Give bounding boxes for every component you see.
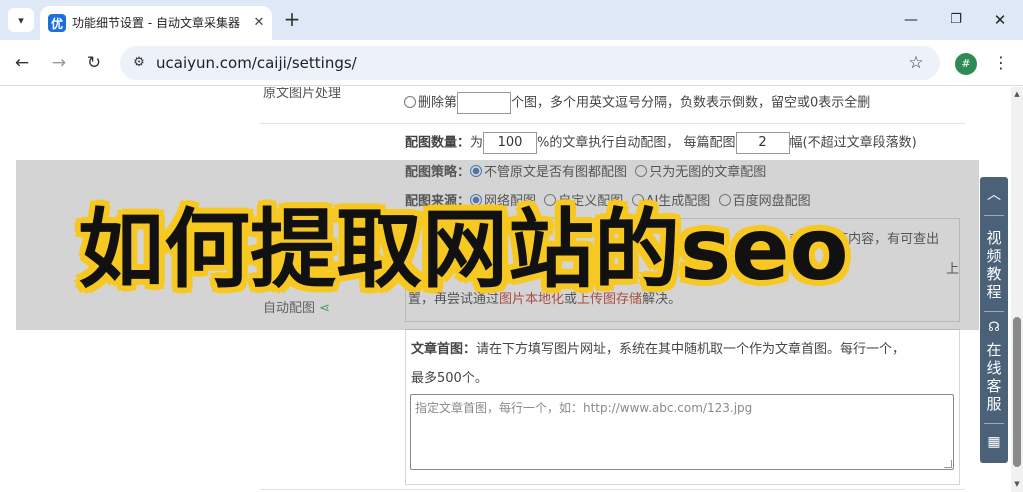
panel-divider (984, 311, 1004, 312)
browser-menu-icon[interactable]: ⋮ (991, 51, 1011, 75)
video-tutorial-button[interactable]: 视 频 教 程 (980, 229, 1008, 301)
image-per-article-input[interactable]: 2 (735, 132, 790, 154)
image-count-middle: %的文章执行自动配图， 每篇配图 (537, 135, 736, 151)
service-char: 服 (986, 395, 1002, 413)
tab-close-icon[interactable]: ✕ (250, 14, 268, 32)
delete-prefix-text: 删除第 (418, 95, 458, 111)
first-image-label: 文章首图： (411, 342, 477, 357)
url-text[interactable]: ucaiyun.com/caiji/settings/ (156, 53, 357, 73)
floating-help-panel: ︿ 视 频 教 程 ☊ 在 线 客 服 ▦ (980, 177, 1008, 463)
forward-arrow-icon[interactable]: → (47, 51, 71, 75)
panel-divider (984, 215, 1004, 216)
page-scrollbar[interactable]: ▲ ▼ (1011, 87, 1023, 492)
profile-avatar[interactable]: # (955, 53, 977, 75)
image-count-prefix: 为 (470, 135, 484, 151)
first-image-desc-line2: 最多500个。 (411, 371, 488, 386)
tab-search-chevron-down-icon[interactable]: ▾ (8, 8, 34, 32)
delete-suffix-text: 个图，多个用英文逗号分隔，负数表示倒数，留空或0表示全删 (511, 95, 871, 111)
percent-input[interactable]: 100 (483, 132, 538, 154)
video-char: 程 (986, 283, 1002, 301)
image-count-label: 配图数量： (405, 135, 471, 151)
headset-icon: ☊ (988, 320, 1000, 335)
video-char: 频 (986, 247, 1002, 265)
browser-tab-active[interactable]: 优 功能细节设置 - 自动文章采集器 ✕ (40, 6, 272, 40)
overlay-title: 如何提取网站的seo (78, 200, 849, 300)
reload-icon[interactable]: ↻ (82, 51, 106, 75)
address-bar[interactable]: ⚙ ucaiyun.com/caiji/settings/ ☆ (120, 46, 940, 80)
scroll-up-arrow-icon[interactable]: ▲ (1011, 89, 1023, 99)
new-tab-plus-icon[interactable]: + (280, 8, 304, 32)
video-char: 教 (986, 265, 1002, 283)
online-service-button[interactable]: 在 线 客 服 (980, 341, 1008, 413)
first-image-desc: 请在下方填写图片网址，系统在其中随机取一个作为文章首图。每行一个， (476, 342, 906, 357)
tab-strip: ▾ 优 功能细节设置 - 自动文章采集器 ✕ + — ❐ ✕ (0, 0, 1023, 40)
video-char: 视 (986, 229, 1002, 247)
site-info-icon[interactable]: ⚙ (130, 54, 148, 72)
divider (260, 123, 965, 124)
image-count-suffix: 幅(不超过文章段落数) (789, 135, 917, 151)
tab-title: 功能细节设置 - 自动文章采集器 (72, 16, 240, 30)
panel-divider (984, 423, 1004, 424)
site-favicon-icon: 优 (48, 14, 66, 32)
back-to-top-icon[interactable]: ︿ (980, 183, 1008, 207)
window-restore-button[interactable]: ❐ (941, 6, 971, 34)
delete-image-radio[interactable] (404, 95, 416, 108)
delete-image-row: 删除第 个图，多个用英文逗号分隔，负数表示倒数，留空或0表示全删 (404, 92, 870, 114)
window-minimize-button[interactable]: — (896, 6, 926, 34)
browser-toolbar: ← → ↻ ⚙ ucaiyun.com/caiji/settings/ ☆ # … (0, 40, 1023, 86)
back-arrow-icon[interactable]: ← (10, 51, 34, 75)
divider-bottom (260, 489, 965, 490)
qr-code-icon[interactable]: ▦ (980, 431, 1008, 453)
resize-handle[interactable] (944, 460, 952, 468)
service-char: 线 (986, 359, 1002, 377)
first-image-textarea[interactable]: 指定文章首图，每行一个，如：http://www.abc.com/123.jpg (410, 394, 954, 470)
scrollbar-thumb[interactable] (1013, 317, 1021, 467)
original-image-label: 原文图片处理 (263, 87, 342, 101)
scroll-down-arrow-icon[interactable]: ▼ (1011, 479, 1023, 489)
delete-index-input[interactable] (457, 92, 512, 114)
service-char: 客 (986, 377, 1002, 395)
service-char: 在 (986, 341, 1002, 359)
bookmark-star-icon[interactable]: ☆ (905, 53, 927, 73)
window-close-button[interactable]: ✕ (985, 6, 1015, 34)
first-image-desc-line1: 文章首图：请在下方填写图片网址，系统在其中随机取一个作为文章首图。每行一个， (411, 339, 905, 361)
image-count-row: 配图数量：为 100 %的文章执行自动配图， 每篇配图 2 幅(不超过文章段落数) (405, 132, 917, 154)
textarea-placeholder: 指定文章首图，每行一个，如：http://www.abc.com/123.jpg (415, 401, 753, 415)
